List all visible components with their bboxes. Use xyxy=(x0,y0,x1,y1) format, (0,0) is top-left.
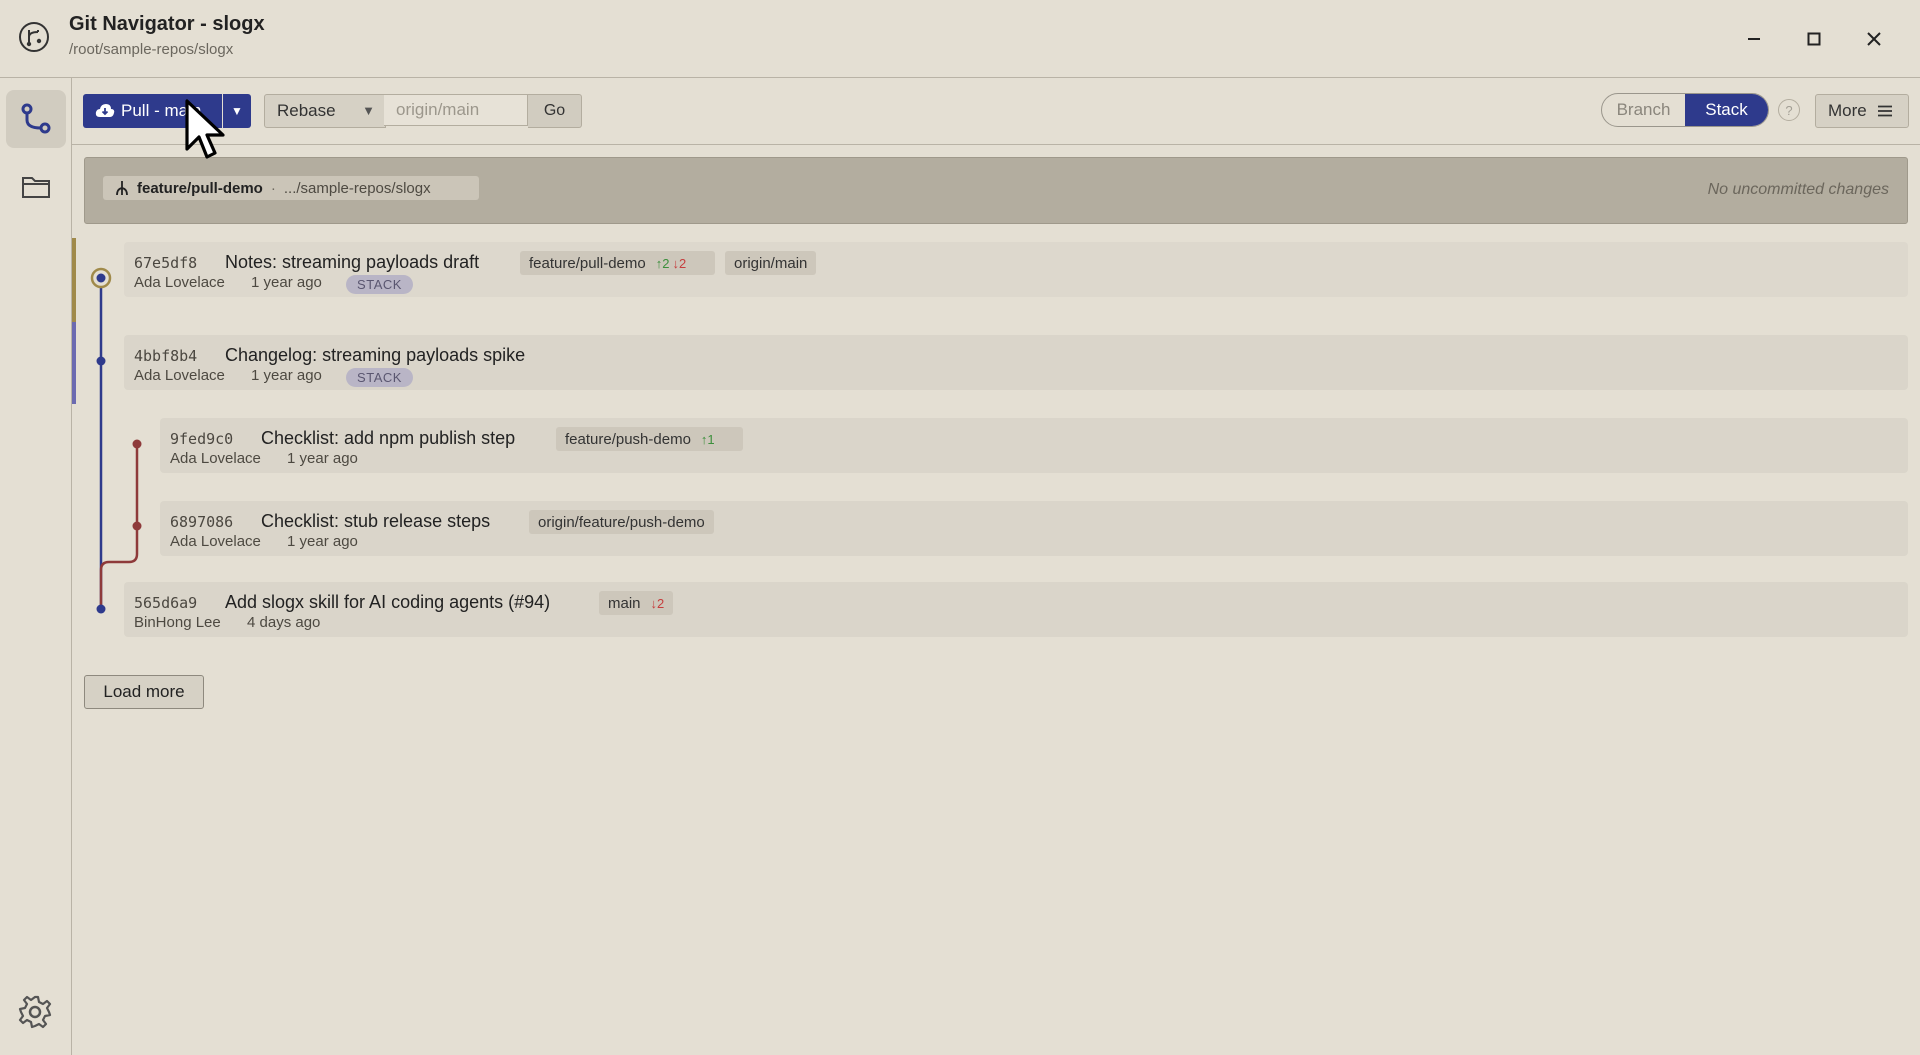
commit-message: Checklist: stub release steps xyxy=(261,511,491,531)
stack-lane-bar xyxy=(72,322,76,404)
ref-name: feature/push-demo xyxy=(565,430,691,448)
sidebar-item-graph[interactable] xyxy=(6,90,66,148)
commit-node xyxy=(132,521,142,531)
target-branch-input[interactable] xyxy=(384,94,528,126)
current-branch-name: feature/pull-demo xyxy=(137,179,263,197)
ref-name: origin/main xyxy=(734,254,808,272)
commit-message: Notes: streaming payloads draft xyxy=(225,252,480,272)
commit-message: Changelog: streaming payloads spike xyxy=(225,345,526,365)
commit-message: Add slogx skill for AI coding agents (#9… xyxy=(225,592,551,612)
minimize-button[interactable] xyxy=(1739,24,1769,54)
window-title: Git Navigator - slogx xyxy=(69,13,265,35)
commit-author: BinHong Lee xyxy=(134,614,221,631)
commit-author: Ada Lovelace xyxy=(170,533,261,550)
ref-name: main xyxy=(608,594,641,612)
help-button[interactable]: ? xyxy=(1778,99,1800,121)
behind-count: ↓2 xyxy=(672,255,687,271)
commit-node xyxy=(96,604,106,614)
stack-badge: STACK xyxy=(346,275,413,294)
commit-time: 1 year ago xyxy=(251,274,322,291)
ref-tag[interactable]: feature/push-demo ↑1 xyxy=(556,427,743,451)
commit-node xyxy=(132,439,142,449)
commit-message: Checklist: add npm publish step xyxy=(261,428,516,448)
minimize-icon xyxy=(1748,38,1760,40)
folder-icon xyxy=(22,177,50,198)
maximize-button[interactable] xyxy=(1799,24,1829,54)
view-option-branch[interactable]: Branch xyxy=(1602,94,1685,126)
title-bar: Git Navigator - slogx /root/sample-repos… xyxy=(0,0,1920,78)
pull-button-label: Pull - main xyxy=(121,101,202,120)
chevron-down-icon: ▼ xyxy=(231,104,243,118)
separator: · xyxy=(270,179,276,197)
hamburger-icon xyxy=(1877,105,1893,117)
behind-count: ↓2 xyxy=(650,595,665,611)
commit-time: 1 year ago xyxy=(251,367,322,384)
sidebar-item-repos[interactable] xyxy=(6,158,66,216)
stack-badge: STACK xyxy=(346,368,413,387)
uncommitted-changes-status: No uncommitted changes xyxy=(1707,181,1889,198)
commit-row[interactable]: 9fed9c0 Checklist: add npm publish step … xyxy=(160,418,1908,473)
app-logo-icon xyxy=(18,21,50,53)
ahead-count: ↑1 xyxy=(700,431,715,447)
pull-button[interactable]: Pull - main xyxy=(83,94,222,128)
head-marker-bar xyxy=(72,238,76,322)
ref-name: origin/feature/push-demo xyxy=(538,513,705,531)
ahead-count: ↑2 xyxy=(655,255,670,271)
gear-icon xyxy=(18,995,52,1029)
ref-name: feature/pull-demo xyxy=(529,254,646,272)
settings-button[interactable] xyxy=(17,994,53,1035)
chevron-down-icon: ▼ xyxy=(362,103,375,118)
commit-sha: 67e5df8 xyxy=(134,254,198,272)
commit-node xyxy=(96,273,106,283)
commit-row[interactable]: 6897086 Checklist: stub release steps Ad… xyxy=(160,501,1908,556)
repo-path: /root/sample-repos/slogx xyxy=(69,41,234,58)
branch-icon xyxy=(115,180,129,196)
maximize-icon xyxy=(1807,32,1821,46)
close-button[interactable] xyxy=(1859,24,1889,54)
commit-sha: 6897086 xyxy=(170,513,234,531)
commit-author: Ada Lovelace xyxy=(134,367,225,384)
working-tree-status: feature/pull-demo · .../sample-repos/slo… xyxy=(84,157,1908,224)
repo-short-path: .../sample-repos/slogx xyxy=(283,179,431,197)
sidebar xyxy=(0,78,72,1055)
pull-options-dropdown[interactable]: ▼ xyxy=(223,94,251,128)
commit-node xyxy=(96,356,106,366)
ref-tag[interactable]: origin/feature/push-demo xyxy=(529,510,714,534)
commit-time: 1 year ago xyxy=(287,450,358,467)
cloud-download-icon xyxy=(95,103,115,119)
ref-tag[interactable]: origin/main xyxy=(725,251,817,275)
commit-sha: 4bbf8b4 xyxy=(134,347,198,365)
ref-tag[interactable]: feature/pull-demo ↑2 ↓2 xyxy=(520,251,715,275)
pull-mode-value: Rebase xyxy=(277,101,336,120)
commit-author: Ada Lovelace xyxy=(170,450,261,467)
current-branch-chip[interactable]: feature/pull-demo · .../sample-repos/slo… xyxy=(103,176,479,200)
commit-row[interactable]: 67e5df8 Notes: streaming payloads draft … xyxy=(124,242,1908,297)
commit-time: 4 days ago xyxy=(247,614,321,631)
more-button-label: More xyxy=(1828,101,1867,120)
commit-author: Ada Lovelace xyxy=(134,274,225,291)
ref-tag[interactable]: main ↓2 xyxy=(599,591,674,615)
commit-sha: 565d6a9 xyxy=(134,594,198,612)
go-button[interactable]: Go xyxy=(528,94,582,128)
view-option-stack[interactable]: Stack xyxy=(1685,94,1768,126)
view-toggle: Branch Stack xyxy=(1601,93,1769,127)
git-graph-icon xyxy=(21,103,51,134)
commit-sha: 9fed9c0 xyxy=(170,430,234,448)
more-button[interactable]: More xyxy=(1815,94,1909,128)
commit-time: 1 year ago xyxy=(287,533,358,550)
load-more-button[interactable]: Load more xyxy=(84,675,204,709)
commit-row[interactable]: 4bbf8b4 Changelog: streaming payloads sp… xyxy=(124,335,1908,390)
pull-mode-select[interactable]: Rebase ▼ xyxy=(264,94,386,128)
toolbar: Pull - main ▼ Rebase ▼ Go Branch Stack ?… xyxy=(72,78,1920,145)
close-icon xyxy=(1867,32,1881,46)
commit-row[interactable]: 565d6a9 Add slogx skill for AI coding ag… xyxy=(124,582,1908,637)
